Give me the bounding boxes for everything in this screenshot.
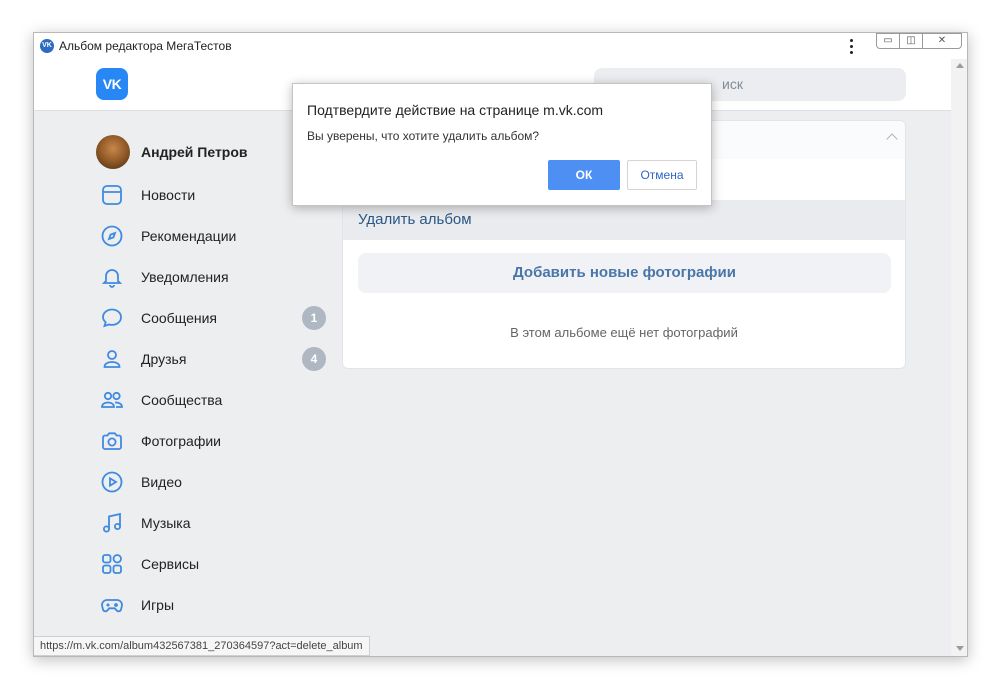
browser-window: VK Альбом редактора МегаТестов ▭ ◫ ✕ VK … xyxy=(33,32,968,657)
kebab-menu-icon[interactable] xyxy=(842,36,862,56)
play-icon xyxy=(100,470,124,494)
close-button[interactable]: ✕ xyxy=(922,33,962,49)
sidebar-item-label: Фотографии xyxy=(141,433,222,449)
sidebar-item-friends[interactable]: Друзья 4 xyxy=(100,344,326,374)
title-bar: VK Альбом редактора МегаТестов ▭ ◫ ✕ xyxy=(34,33,967,59)
sidebar-item-label: Уведомления xyxy=(141,269,229,285)
vertical-scrollbar[interactable] xyxy=(951,59,967,656)
user-icon xyxy=(100,347,124,371)
bell-icon xyxy=(100,265,124,289)
delete-album-item[interactable]: Удалить альбом xyxy=(343,200,905,240)
news-icon xyxy=(100,183,124,207)
sidebar-item-label: Рекомендации xyxy=(141,228,237,244)
compass-icon xyxy=(100,224,124,248)
message-icon xyxy=(100,306,124,330)
profile-name: Андрей Петров xyxy=(141,144,248,160)
status-bar-url: https://m.vk.com/album432567381_27036459… xyxy=(34,636,370,656)
window-controls: ▭ ◫ ✕ xyxy=(876,33,962,49)
sidebar-item-label: Игры xyxy=(141,597,175,613)
sidebar-item-label: Музыка xyxy=(141,515,191,531)
sidebar: Андрей Петров Новости Рекомендации Уведо… xyxy=(34,111,334,656)
sidebar-item-label: Сервисы xyxy=(141,556,200,572)
confirm-dialog: Подтвердите действие на странице m.vk.co… xyxy=(292,83,712,206)
chevron-up-icon[interactable] xyxy=(886,133,898,145)
dialog-message: Вы уверены, что хотите удалить альбом? xyxy=(307,129,540,143)
gamepad-icon xyxy=(100,593,124,617)
ok-button[interactable]: ОК xyxy=(548,160,620,190)
sidebar-item-label: Видео xyxy=(141,474,182,490)
sidebar-item-label: Новости xyxy=(141,187,196,203)
sidebar-item-label: Друзья xyxy=(141,351,187,367)
avatar xyxy=(96,135,130,169)
dialog-title: Подтвердите действие на странице m.vk.co… xyxy=(307,102,604,118)
sidebar-item-video[interactable]: Видео xyxy=(100,467,326,497)
sidebar-item-messages[interactable]: Сообщения 1 xyxy=(100,303,326,333)
cancel-button[interactable]: Отмена xyxy=(627,160,697,190)
sidebar-item-games[interactable]: Игры xyxy=(100,590,326,620)
unread-badge: 1 xyxy=(302,306,326,330)
vk-logo[interactable]: VK xyxy=(96,68,128,100)
friends-badge: 4 xyxy=(302,347,326,371)
sidebar-item-label: Сообщества xyxy=(141,392,223,408)
music-icon xyxy=(100,511,124,535)
sidebar-item-notifications[interactable]: Уведомления xyxy=(100,262,326,292)
sidebar-item-communities[interactable]: Сообщества xyxy=(100,385,326,415)
window-title: Альбом редактора МегаТестов xyxy=(59,39,232,53)
scroll-up-icon[interactable] xyxy=(956,63,964,68)
sidebar-item-photos[interactable]: Фотографии xyxy=(100,426,326,456)
camera-icon xyxy=(100,429,124,453)
users-icon xyxy=(100,388,124,412)
services-icon xyxy=(100,552,124,576)
empty-album-message: В этом альбоме ещё нет фотографий xyxy=(510,325,738,340)
minimize-button[interactable]: ▭ xyxy=(876,33,900,49)
vk-app-icon: VK xyxy=(40,39,54,53)
page-viewport: VK иск Андрей Петров Новости Рекомендаци… xyxy=(34,59,951,656)
scroll-down-icon[interactable] xyxy=(956,646,964,651)
sidebar-item-services[interactable]: Сервисы xyxy=(100,549,326,579)
sidebar-profile[interactable]: Андрей Петров xyxy=(96,135,248,169)
sidebar-item-music[interactable]: Музыка xyxy=(100,508,326,538)
sidebar-item-recommendations[interactable]: Рекомендации xyxy=(100,221,326,251)
add-photos-button[interactable]: Добавить новые фотографии xyxy=(358,253,891,293)
maximize-button[interactable]: ◫ xyxy=(899,33,923,49)
sidebar-item-label: Сообщения xyxy=(141,310,217,326)
